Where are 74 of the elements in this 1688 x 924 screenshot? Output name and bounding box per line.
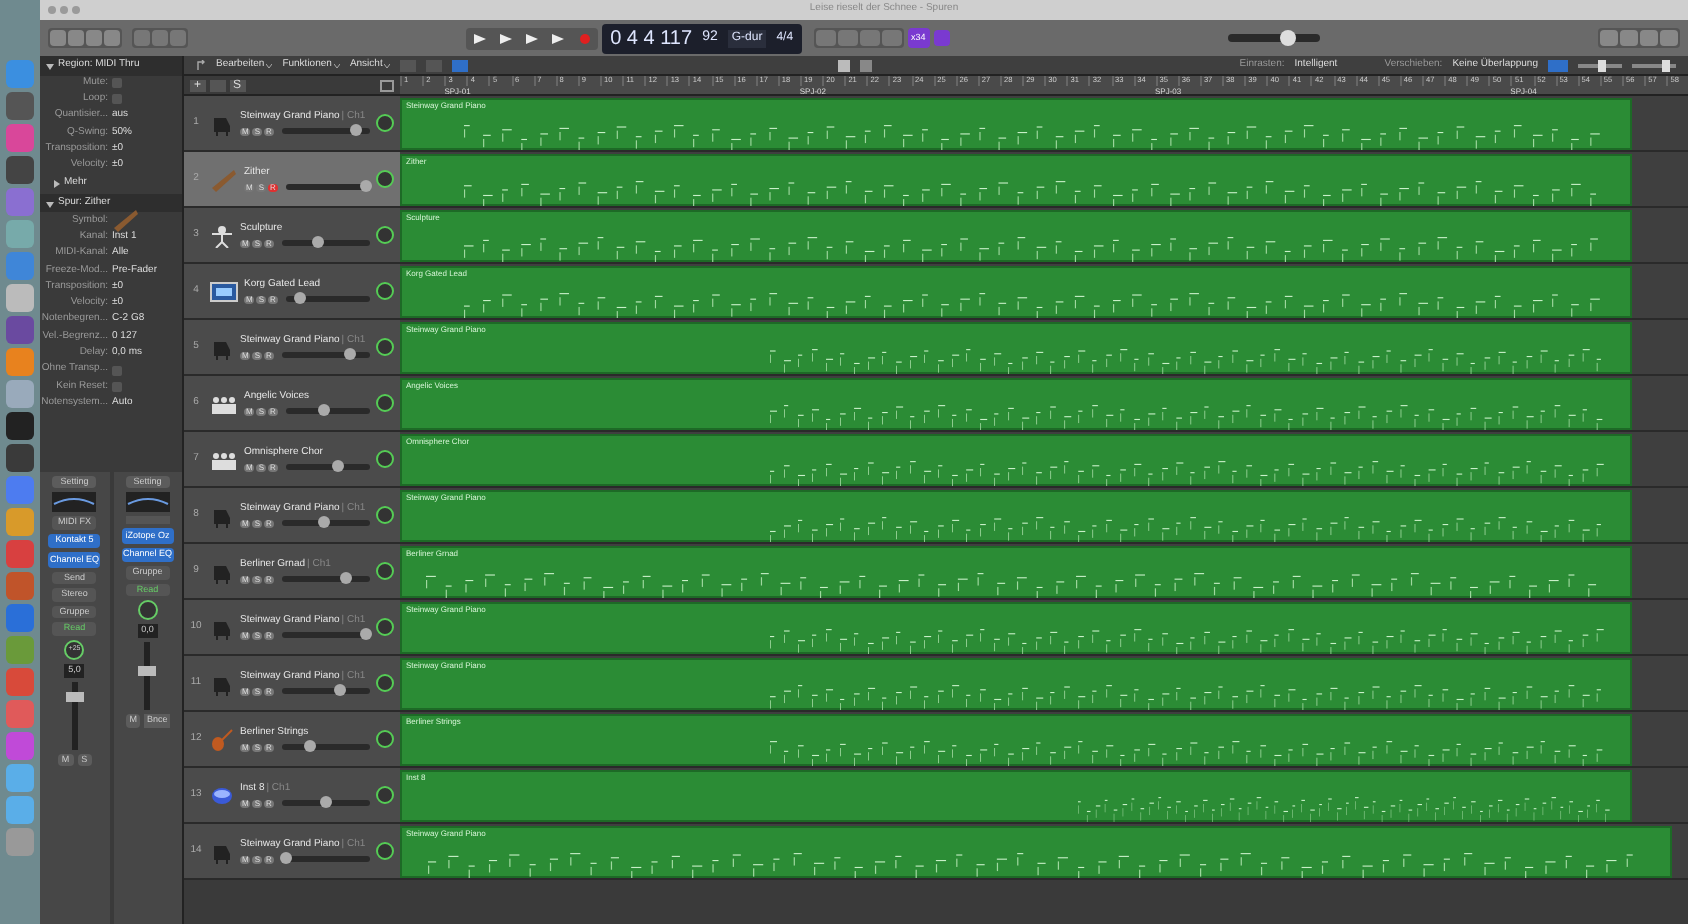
pan-knob[interactable] [376, 450, 394, 468]
volume-slider-thumb[interactable] [350, 124, 363, 137]
volume-slider[interactable] [285, 464, 370, 471]
volume-slider[interactable] [281, 744, 370, 751]
zither-icon [112, 208, 140, 233]
back-arrow-icon[interactable] [196, 60, 206, 70]
pan-knob[interactable] [376, 674, 394, 692]
fader-track[interactable] [71, 681, 78, 750]
pan-knob[interactable] [376, 282, 394, 300]
volume-slider-thumb[interactable] [311, 236, 324, 249]
zither-icon [210, 167, 238, 191]
pan-knob[interactable] [376, 618, 394, 636]
volume-slider[interactable] [281, 128, 370, 135]
pan-knob[interactable] [376, 730, 394, 748]
volume-slider-thumb[interactable] [332, 460, 345, 473]
volume-slider[interactable] [281, 576, 370, 583]
dock-app-icon[interactable] [6, 156, 34, 184]
eq-curve-icon [125, 492, 170, 513]
volume-slider-thumb[interactable] [360, 628, 373, 641]
volume-slider-thumb[interactable] [279, 852, 292, 865]
choir-icon [210, 449, 238, 469]
volume-slider[interactable] [285, 296, 370, 303]
pan-knob[interactable] [376, 394, 394, 412]
checkbox[interactable] [112, 78, 122, 89]
fader-thumb[interactable] [65, 692, 84, 703]
slider-thumb[interactable] [1279, 30, 1296, 46]
keyboard-icon [210, 281, 238, 301]
disclosure-triangle-icon[interactable] [52, 180, 60, 189]
dock-app-icon[interactable] [6, 412, 34, 440]
volume-slider[interactable] [281, 856, 370, 863]
pan-knob[interactable] [376, 226, 394, 244]
volume-slider-thumb[interactable] [318, 516, 331, 529]
volume-slider[interactable] [281, 688, 370, 695]
checkbox[interactable] [112, 365, 122, 376]
pan-knob[interactable] [137, 600, 158, 621]
volume-slider-thumb[interactable] [359, 180, 372, 193]
fader-thumb[interactable] [138, 665, 157, 676]
pan-knob[interactable] [376, 842, 394, 860]
master-volume-slider[interactable] [1227, 34, 1320, 42]
fader-track[interactable] [144, 642, 151, 711]
dock-app-icon[interactable] [6, 444, 34, 472]
volume-slider-thumb[interactable] [344, 348, 357, 361]
pan-knob[interactable] [376, 170, 394, 188]
panel-icon[interactable] [380, 79, 394, 91]
volume-slider-thumb[interactable] [304, 740, 317, 753]
volume-slider[interactable] [281, 800, 370, 807]
disclosure-triangle-icon[interactable] [46, 61, 54, 70]
volume-slider[interactable] [281, 632, 370, 639]
pan-knob[interactable] [376, 506, 394, 524]
disclosure-triangle-icon[interactable] [46, 199, 54, 208]
pan-knob[interactable] [376, 786, 394, 804]
drum-icon [210, 785, 234, 805]
checkbox[interactable] [112, 94, 122, 105]
pan-knob[interactable] [376, 562, 394, 580]
volume-slider[interactable] [281, 352, 370, 359]
volume-slider[interactable] [285, 184, 370, 191]
position-display: 0 4 4 117 [610, 25, 693, 53]
eq-curve-icon [52, 492, 97, 513]
zoom-slider-thumb[interactable] [1661, 59, 1669, 71]
volume-slider[interactable] [281, 240, 370, 247]
volume-slider-thumb[interactable] [333, 684, 346, 697]
pan-knob[interactable] [376, 114, 394, 132]
volume-slider-thumb[interactable] [319, 796, 332, 809]
figure-icon [210, 223, 234, 247]
choir-icon [210, 393, 238, 413]
volume-slider-thumb[interactable] [339, 572, 352, 585]
zoom-slider-thumb[interactable] [1598, 59, 1607, 71]
checkbox[interactable] [112, 381, 122, 392]
violin-icon [210, 727, 234, 751]
volume-slider-thumb[interactable] [294, 292, 307, 305]
volume-slider[interactable] [281, 520, 370, 527]
pan-knob[interactable] [376, 338, 394, 356]
volume-slider-thumb[interactable] [317, 404, 330, 417]
volume-slider[interactable] [285, 408, 370, 415]
